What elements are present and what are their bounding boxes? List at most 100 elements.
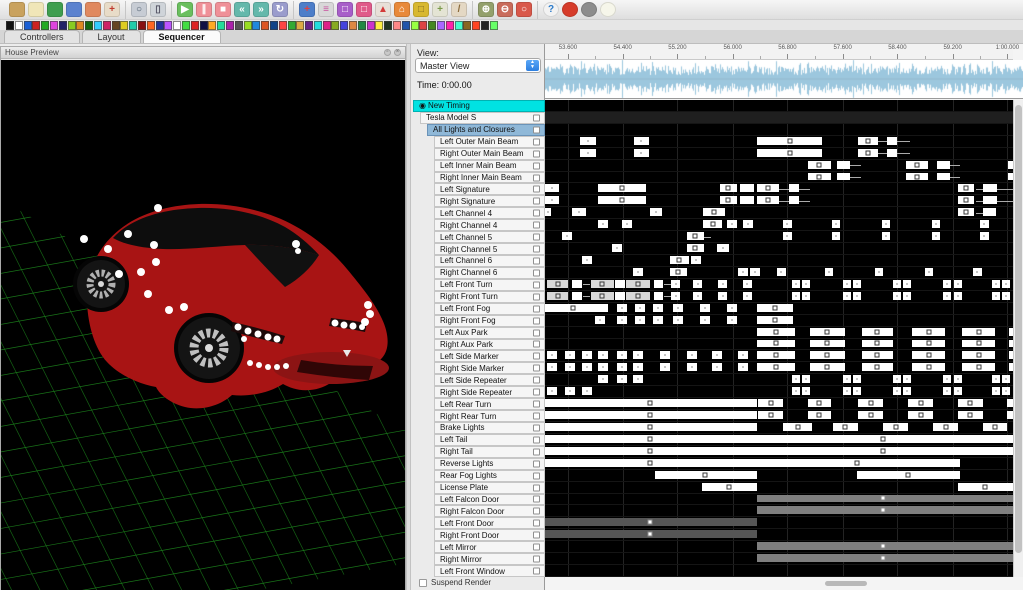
effect-block[interactable] — [757, 149, 822, 157]
effect-block[interactable] — [750, 268, 760, 276]
timeline-ruler[interactable]: 53.60054.40055.20056.00056.80057.60058.4… — [545, 44, 1013, 60]
effect-block[interactable] — [832, 232, 840, 240]
sequence-settings-icon[interactable]: + — [299, 2, 315, 17]
effect-preset-icon[interactable] — [270, 21, 278, 30]
lights-on-bulb-icon[interactable] — [600, 2, 616, 17]
effect-block[interactable] — [958, 184, 974, 192]
effect-block[interactable] — [792, 292, 800, 300]
effect-block[interactable] — [670, 256, 689, 264]
effect-block[interactable] — [595, 316, 605, 324]
effect-block[interactable] — [633, 268, 643, 276]
effect-block[interactable] — [743, 292, 752, 300]
effect-preset-icon[interactable] — [261, 21, 269, 30]
effect-block[interactable] — [565, 351, 575, 359]
effect-preset-icon[interactable] — [490, 21, 498, 30]
effect-preset-icon[interactable] — [305, 21, 313, 30]
effect-block[interactable] — [962, 328, 995, 336]
preview-viewport[interactable] — [1, 60, 405, 590]
effect-block[interactable] — [583, 284, 590, 285]
effect-block[interactable] — [943, 375, 951, 383]
effect-block[interactable] — [810, 340, 845, 348]
effect-block[interactable] — [712, 351, 722, 359]
effect-preset-icon[interactable] — [120, 21, 128, 30]
track-checkbox[interactable] — [533, 305, 540, 312]
effect-block[interactable] — [727, 304, 737, 312]
effect-block[interactable] — [882, 232, 890, 240]
effect-block[interactable] — [997, 189, 1013, 190]
track-row-left-channel-6[interactable]: Left Channel 6 — [434, 255, 545, 267]
effect-block[interactable] — [802, 280, 810, 288]
effect-preset-icon[interactable] — [191, 21, 199, 30]
track-checkbox[interactable] — [533, 448, 540, 455]
track-checkbox[interactable] — [533, 222, 540, 229]
effect-block[interactable] — [738, 268, 748, 276]
effect-preset-icon[interactable] — [428, 21, 436, 30]
effect-preset-icon[interactable] — [446, 21, 454, 30]
effect-block[interactable] — [983, 208, 996, 216]
effect-preset-icon[interactable] — [235, 21, 243, 30]
effect-block[interactable] — [1002, 387, 1010, 395]
grid-row-reverse-lights[interactable] — [545, 458, 1013, 470]
grid-row-right-tail[interactable] — [545, 446, 1013, 458]
effect-block[interactable] — [727, 316, 737, 324]
effect-block[interactable] — [687, 232, 704, 240]
track-row-right-mirror[interactable]: Right Mirror — [434, 553, 545, 565]
effect-preset-icon[interactable] — [393, 21, 401, 30]
effect-block[interactable] — [903, 387, 911, 395]
effect-preset-icon[interactable] — [112, 21, 120, 30]
effect-block[interactable] — [862, 363, 893, 371]
track-row-left-outer-main-beam[interactable]: Left Outer Main Beam — [434, 136, 545, 148]
effect-block[interactable] — [799, 189, 810, 190]
effect-block[interactable] — [582, 363, 592, 371]
effect-preset-icon[interactable] — [472, 21, 480, 30]
effect-block[interactable] — [633, 351, 643, 359]
effect-block[interactable] — [653, 304, 663, 312]
effects-panel-icon[interactable]: ≡ — [318, 2, 334, 17]
track-row-left-front-door[interactable]: Left Front Door — [434, 517, 545, 529]
effect-block[interactable] — [757, 316, 793, 324]
track-checkbox[interactable] — [533, 460, 540, 467]
track-checkbox[interactable] — [533, 162, 540, 169]
effect-block[interactable] — [858, 137, 878, 145]
effect-block[interactable] — [562, 232, 572, 240]
grid-row-brake-lights[interactable] — [545, 422, 1013, 434]
effect-block[interactable] — [738, 363, 748, 371]
effect-block[interactable] — [802, 292, 810, 300]
grid-row-left-front-window[interactable] — [545, 565, 1013, 577]
effect-block[interactable] — [660, 351, 670, 359]
effect-block[interactable] — [598, 220, 608, 228]
track-row-left-signature[interactable]: Left Signature — [434, 183, 545, 195]
grid-row-license-plate[interactable] — [545, 482, 1013, 494]
effect-block[interactable] — [545, 411, 757, 419]
effect-block[interactable] — [887, 149, 897, 157]
effect-block[interactable] — [591, 292, 614, 300]
effect-preset-icon[interactable] — [182, 21, 190, 30]
vertical-scrollbar-thumb[interactable] — [1015, 105, 1022, 553]
effect-preset-icon[interactable] — [147, 21, 155, 30]
track-row-left-front-fog[interactable]: Left Front Fog — [434, 303, 545, 315]
effect-block[interactable] — [634, 149, 649, 157]
track-checkbox[interactable] — [533, 377, 540, 384]
track-checkbox[interactable] — [533, 126, 540, 133]
effect-block[interactable] — [545, 304, 608, 312]
effect-preset-icon[interactable] — [296, 21, 304, 30]
track-checkbox[interactable] — [533, 532, 540, 539]
track-row-right-inner-main-beam[interactable]: Right Inner Main Beam — [434, 172, 545, 184]
effect-block[interactable] — [954, 375, 962, 383]
color-palette-icon[interactable]: + — [104, 2, 120, 17]
grid-row-right-inner-main-beam[interactable] — [545, 172, 1013, 184]
effect-block[interactable] — [903, 292, 911, 300]
effect-preset-icon[interactable] — [279, 21, 287, 30]
effect-block[interactable] — [545, 459, 960, 467]
track-checkbox[interactable] — [533, 436, 540, 443]
effect-block[interactable] — [903, 280, 911, 288]
effect-block[interactable] — [547, 280, 569, 288]
effect-preset-icon[interactable] — [384, 21, 392, 30]
effect-block[interactable] — [908, 411, 933, 419]
effect-block[interactable] — [727, 220, 737, 228]
effect-block[interactable] — [580, 137, 596, 145]
effect-block[interactable] — [693, 280, 702, 288]
render-all-icon[interactable]: ▲ — [375, 2, 391, 17]
track-row-new-timing[interactable]: ◉New Timing — [413, 100, 545, 112]
track-row-right-channel-5[interactable]: Right Channel 5 — [434, 243, 545, 255]
